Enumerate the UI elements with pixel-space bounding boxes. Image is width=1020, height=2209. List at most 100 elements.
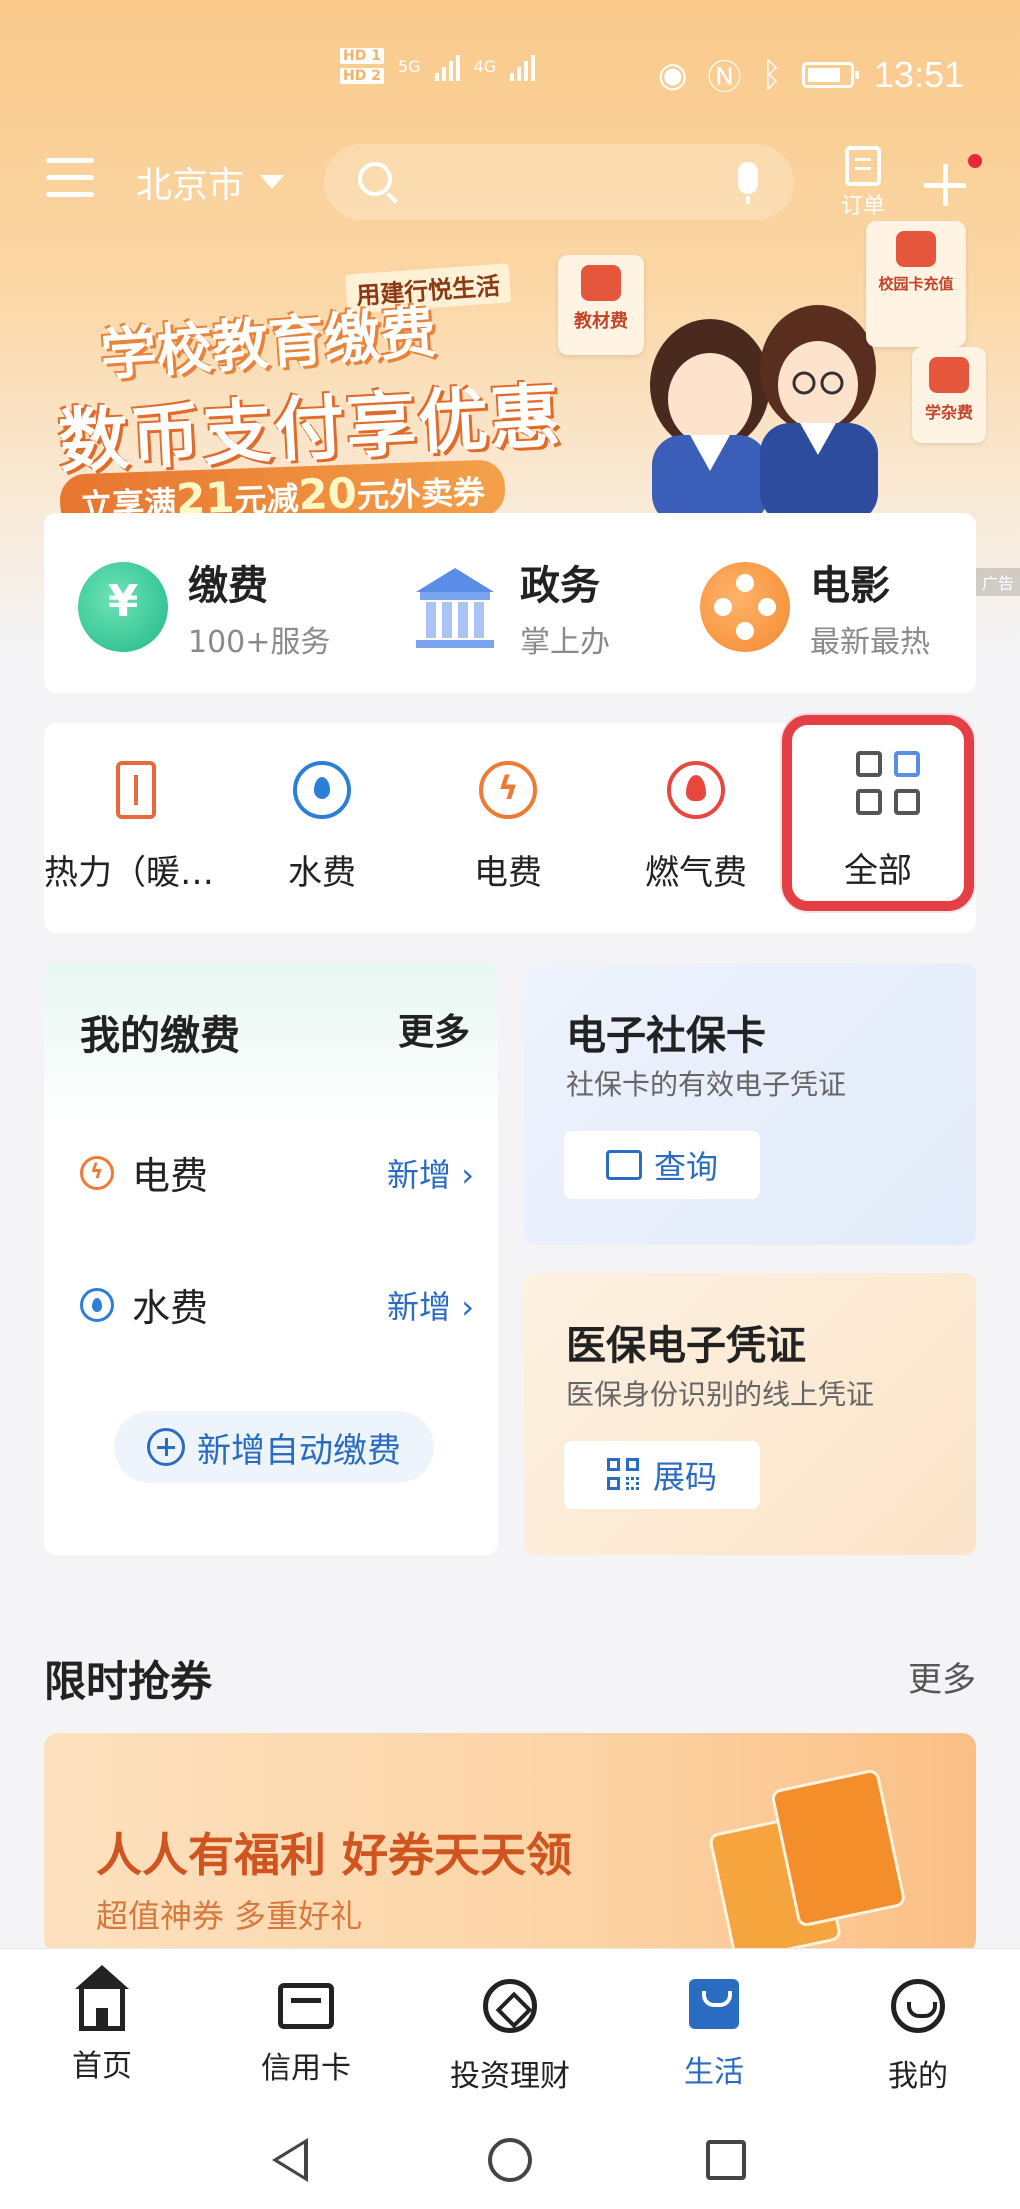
medical-card[interactable]: 医保电子凭证 医保身份识别的线上凭证 展码 bbox=[524, 1273, 976, 1555]
service-sub: 掌上办 bbox=[520, 625, 610, 660]
microphone-icon[interactable] bbox=[738, 162, 758, 204]
quick-label: 电费 bbox=[474, 853, 542, 893]
service-government[interactable]: 政务 掌上办 bbox=[410, 553, 610, 661]
signal-icon-2 bbox=[510, 51, 536, 81]
city-label: 北京市 bbox=[136, 165, 245, 206]
query-button[interactable]: 查询 bbox=[564, 1131, 760, 1199]
tab-life[interactable]: 生活 bbox=[634, 1979, 794, 2091]
notification-dot bbox=[968, 154, 982, 168]
net2-label: 4G bbox=[473, 56, 497, 76]
signal-icon bbox=[434, 51, 460, 81]
query-label: 查询 bbox=[653, 1148, 718, 1186]
service-title: 政务 bbox=[520, 563, 600, 609]
quick-gas[interactable]: 燃气费 bbox=[606, 761, 786, 894]
my-bills-more-link[interactable]: 更多 bbox=[398, 1003, 470, 1055]
quick-label: 水费 bbox=[288, 853, 356, 893]
tab-investment[interactable]: 投资理财 bbox=[430, 1979, 590, 2095]
menu-icon[interactable] bbox=[46, 158, 94, 202]
life-bag-icon bbox=[689, 1979, 739, 2029]
hd1-badge: HD 1 bbox=[340, 48, 384, 64]
top-header: 北京市 订单 bbox=[0, 140, 1020, 220]
chevron-down-icon bbox=[260, 175, 285, 189]
add-button[interactable] bbox=[924, 154, 982, 206]
tab-label: 生活 bbox=[684, 2055, 744, 2090]
quick-label: 全部 bbox=[844, 851, 912, 891]
plus-circle-icon bbox=[147, 1428, 185, 1466]
all-services-button[interactable]: 全部 bbox=[782, 715, 974, 911]
add-bill-link[interactable]: 新增 › bbox=[387, 1282, 474, 1328]
promo-suffix: 元外卖券 bbox=[356, 472, 486, 516]
coupons-more-link[interactable]: 更多 bbox=[908, 1652, 976, 1701]
social-card[interactable]: 电子社保卡 社保卡的有效电子凭证 查询 bbox=[524, 963, 976, 1245]
service-title: 缴费 bbox=[188, 563, 268, 609]
services-card: 缴费 100+服务 政务 掌上办 电影 最新最热 bbox=[44, 513, 976, 693]
chip-textbook: 教材费 bbox=[558, 255, 644, 355]
bill-name: 水费 bbox=[132, 1286, 209, 1330]
quick-label: 燃气费 bbox=[645, 853, 747, 893]
show-code-button[interactable]: 展码 bbox=[564, 1441, 760, 1509]
id-card-icon bbox=[605, 1150, 642, 1180]
bottom-tab-bar: 首页 信用卡 投资理财 生活 我的 bbox=[0, 1948, 1020, 2108]
recent-apps-icon[interactable] bbox=[706, 2140, 746, 2180]
network-indicators: HD 1 HD 2 5G 4G bbox=[340, 48, 536, 84]
search-icon bbox=[358, 162, 392, 196]
medical-card-title: 医保电子凭证 bbox=[566, 1323, 806, 1369]
service-payment[interactable]: 缴费 100+服务 bbox=[78, 553, 330, 661]
service-sub: 100+服务 bbox=[188, 625, 331, 660]
tab-label: 信用卡 bbox=[261, 2051, 351, 2086]
water-drop-icon bbox=[80, 1287, 114, 1322]
profile-icon bbox=[891, 1979, 945, 2033]
quick-label: 热力（暖… bbox=[44, 853, 214, 893]
quick-heating[interactable]: 热力（暖… bbox=[44, 761, 226, 894]
government-building-icon bbox=[416, 568, 494, 648]
bill-row-electricity[interactable]: ϟ 电费 新增 › bbox=[80, 1145, 480, 1200]
status-bar: HD 1 HD 2 5G 4G ◉ Ⓝ ᛒ 13:51 bbox=[0, 0, 1020, 140]
credit-card-icon bbox=[278, 1983, 334, 2029]
my-bills-card: 我的缴费 更多 ϟ 电费 新增 › 水费 新增 › 新增自动缴费 bbox=[44, 963, 498, 1555]
home-circle-icon[interactable] bbox=[488, 2138, 532, 2182]
quick-payments: 热力（暖… 水费 电费 燃气费 全部 bbox=[44, 715, 976, 933]
service-movie[interactable]: 电影 最新最热 bbox=[700, 553, 930, 661]
bill-row-water[interactable]: 水费 新增 › bbox=[80, 1277, 480, 1332]
ad-label: 广告 bbox=[975, 568, 1020, 596]
orders-button[interactable]: 订单 bbox=[836, 146, 890, 220]
home-icon bbox=[75, 1965, 129, 2031]
service-sub: 最新最热 bbox=[810, 625, 930, 660]
water-drop-icon bbox=[293, 761, 351, 819]
hd2-badge: HD 2 bbox=[340, 68, 384, 84]
orders-icon bbox=[845, 146, 881, 186]
tab-credit-card[interactable]: 信用卡 bbox=[226, 1979, 386, 2087]
eye-icon: ◉ bbox=[657, 54, 688, 95]
my-bills-title: 我的缴费 bbox=[80, 1013, 240, 1059]
lightning-icon bbox=[479, 761, 537, 819]
city-selector[interactable]: 北京市 bbox=[136, 156, 285, 208]
battery-icon bbox=[801, 61, 859, 88]
net1-label: 5G bbox=[397, 56, 421, 76]
coupon-ticket-icon bbox=[699, 1754, 932, 1953]
auto-pay-label: 新增自动缴费 bbox=[197, 1430, 401, 1471]
tab-label: 我的 bbox=[888, 2059, 948, 2094]
social-card-title: 电子社保卡 bbox=[566, 1013, 766, 1059]
social-card-sub: 社保卡的有效电子凭证 bbox=[566, 1068, 847, 1101]
lightning-icon: ϟ bbox=[80, 1155, 114, 1190]
status-time: 13:51 bbox=[873, 53, 964, 95]
service-title: 电影 bbox=[810, 563, 890, 609]
coupon-banner[interactable]: 人人有福利 好券天天领 超值神券 多重好礼 bbox=[44, 1733, 976, 1953]
bill-name: 电费 bbox=[132, 1154, 209, 1198]
show-code-label: 展码 bbox=[652, 1458, 717, 1496]
tab-profile[interactable]: 我的 bbox=[838, 1979, 998, 2095]
chip-campus-card: 校园卡充值 bbox=[866, 221, 966, 347]
search-input[interactable] bbox=[324, 144, 794, 220]
tab-home[interactable]: 首页 bbox=[22, 1965, 182, 2085]
add-auto-pay-button[interactable]: 新增自动缴费 bbox=[114, 1411, 434, 1483]
bluetooth-icon: ᛒ bbox=[761, 54, 782, 95]
medical-card-sub: 医保身份识别的线上凭证 bbox=[566, 1378, 875, 1411]
add-bill-link[interactable]: 新增 › bbox=[387, 1150, 474, 1196]
back-icon[interactable] bbox=[272, 2138, 308, 2182]
flame-icon bbox=[667, 761, 725, 819]
orders-label: 订单 bbox=[840, 194, 885, 219]
quick-water[interactable]: 水费 bbox=[232, 761, 412, 894]
thermometer-icon bbox=[116, 761, 156, 819]
quick-electricity[interactable]: 电费 bbox=[418, 761, 598, 894]
promo-banner[interactable]: 用建行悦生活 学校教育缴费 数币支付享优惠 立享满21元减20元外卖券 教材费 … bbox=[0, 221, 1020, 532]
